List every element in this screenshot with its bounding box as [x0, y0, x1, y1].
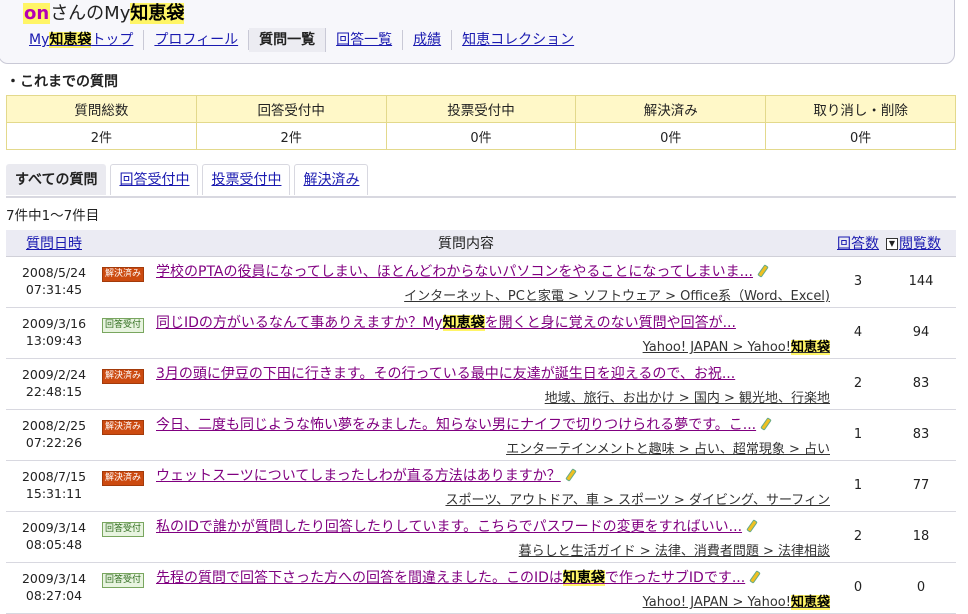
- status-badge: 回答受付: [102, 522, 145, 537]
- sort-by-answers[interactable]: 回答数: [837, 236, 879, 252]
- tools-icon: [756, 264, 770, 278]
- tab-all[interactable]: すべての質問: [6, 164, 107, 195]
- question-list: 質問日時 質問内容 回答数 ▼ 閲覧数 2008/5/24 07:31:45 解決済…: [6, 230, 956, 614]
- answer-count: 1: [853, 478, 863, 493]
- summary-value: 0件: [575, 122, 767, 150]
- category-breadcrumb[interactable]: インターネット、PCと家電 > ソフトウェア > Office系（Word、Ex…: [156, 285, 830, 304]
- tools-icon: [564, 468, 578, 482]
- summary-value: 0件: [765, 122, 956, 150]
- nav-item-results[interactable]: 成績: [403, 30, 453, 50]
- question-title-link[interactable]: 同じIDの方がいるなんて事ありえますか？My知恵袋を開くと身に覚えのない質問や回…: [156, 312, 830, 332]
- view-count: 144: [908, 274, 934, 289]
- page-title: onさんのMy知恵袋: [23, 3, 185, 24]
- answer-count: 1: [853, 427, 863, 442]
- summary-header: 質問総数: [6, 95, 197, 123]
- answer-count: 4: [853, 325, 863, 340]
- table-row: 2008/2/25 07:22:26 解決済み 今日、二度も同じような怖い夢をみま…: [6, 410, 956, 461]
- summary-value: 0件: [385, 122, 577, 150]
- category-breadcrumb[interactable]: 地域、旅行、お出かけ > 国内 > 観光地、行楽地: [156, 387, 830, 406]
- question-date: 2009/3/14 08:05:48: [21, 520, 87, 552]
- summary-value: 2件: [195, 122, 387, 150]
- tools-icon: [759, 417, 773, 431]
- answer-count: 2: [853, 529, 863, 544]
- category-breadcrumb[interactable]: Yahoo! JAPAN > Yahoo!知恵袋: [156, 336, 830, 355]
- section-title: ・これまでの質問: [6, 74, 118, 90]
- nav-item-questions: 質問一覧: [249, 28, 327, 52]
- answer-count: 3: [853, 274, 863, 289]
- table-row: 2009/2/24 22:48:15 解決済み 3月の頭に伊豆の下田に行きます。そ…: [6, 359, 956, 410]
- summary-header: 投票受付中: [385, 95, 577, 123]
- tools-icon: [745, 519, 759, 533]
- view-count: 0: [916, 580, 926, 595]
- answer-count: 0: [853, 580, 863, 595]
- status-badge: 解決済み: [102, 369, 145, 384]
- sort-by-views[interactable]: 閲覧数: [899, 236, 941, 252]
- view-count: 77: [912, 478, 930, 493]
- tab-open[interactable]: 回答受付中: [110, 164, 199, 195]
- question-summary-table: 質問総数 回答受付中 投票受付中 解決済み 取り消し・削除 2件 2件 0件 0…: [6, 95, 956, 150]
- content-header: 質問内容: [438, 236, 494, 252]
- category-breadcrumb[interactable]: 暮らしと生活ガイド > 法律、消費者問題 > 法律相談: [156, 540, 830, 559]
- view-count: 18: [912, 529, 930, 544]
- status-badge: 解決済み: [102, 471, 145, 486]
- question-date: 2008/2/25 07:22:26: [21, 418, 87, 450]
- question-title-link[interactable]: 3月の頭に伊豆の下田に行きます。その行っている最中に友達が誕生日を迎えるので、お…: [156, 363, 830, 383]
- status-badge: 回答受付: [102, 573, 145, 588]
- status-badge: 回答受付: [102, 318, 145, 333]
- table-row: 2008/7/15 15:31:11 解決済み ウェットスーツについてしまったしわ…: [6, 461, 956, 512]
- view-count: 83: [912, 427, 930, 442]
- question-title-link[interactable]: 今日、二度も同じような怖い夢をみました。知らない男にナイフで切りつけられる夢です…: [156, 414, 830, 434]
- summary-value: 2件: [6, 122, 197, 150]
- page-header: onさんのMy知恵袋 My知恵袋トップ プロフィール 質問一覧 回答一覧 成績 …: [0, 0, 955, 64]
- question-title-link[interactable]: 先程の質問で回答下さった方への回答を間違えました。このIDは知恵袋で作ったサブI…: [156, 567, 830, 587]
- table-row: 2009/3/16 13:09:43 回答受付 同じIDの方がいるなんて事ありえま…: [6, 308, 956, 359]
- sort-by-date[interactable]: 質問日時: [26, 236, 82, 252]
- category-breadcrumb[interactable]: スポーツ、アウトドア、車 > スポーツ > ダイビング、サーフィン: [156, 489, 830, 508]
- summary-header: 回答受付中: [195, 95, 387, 123]
- question-filter-tabs: すべての質問 回答受付中 投票受付中 解決済み: [6, 164, 956, 198]
- question-title-link[interactable]: 私のIDで誰かが質問したり回答したりしています。こちらでパスワードの変更をすれば…: [156, 516, 830, 536]
- answer-count: 2: [853, 376, 863, 391]
- question-title-link[interactable]: ウェットスーツについてしまったしわが直る方法はありますか？: [156, 465, 830, 485]
- question-date: 2009/3/16 13:09:43: [21, 316, 87, 348]
- summary-header: 解決済み: [575, 95, 767, 123]
- tab-voting[interactable]: 投票受付中: [202, 164, 291, 195]
- tools-icon: [748, 570, 762, 584]
- table-row: 2009/3/14 08:27:04 回答受付 先程の質問で回答下さった方への回答…: [6, 563, 956, 614]
- my-chiebukuro-nav: My知恵袋トップ プロフィール 質問一覧 回答一覧 成績 知恵コレクション: [19, 27, 584, 53]
- status-badge: 解決済み: [102, 420, 145, 435]
- nav-item-answers[interactable]: 回答一覧: [326, 30, 404, 50]
- question-date: 2008/7/15 15:31:11: [21, 469, 87, 501]
- list-header: 質問日時 質問内容 回答数 ▼ 閲覧数: [6, 230, 956, 257]
- table-row: 2009/3/14 08:05:48 回答受付 私のIDで誰かが質問したり回答した…: [6, 512, 956, 563]
- nav-item-collection[interactable]: 知恵コレクション: [452, 30, 584, 50]
- result-count: 7件中1～7件目: [6, 208, 100, 224]
- view-count: 83: [912, 376, 930, 391]
- status-badge: 解決済み: [102, 267, 145, 282]
- user-name: on: [23, 3, 51, 24]
- question-date: 2009/2/24 22:48:15: [21, 367, 87, 399]
- question-title-link[interactable]: 学校のPTAの役員になってしまい、ほとんどわからないパソコンをやることになってし…: [156, 261, 830, 281]
- tab-solved[interactable]: 解決済み: [294, 164, 369, 195]
- question-date: 2008/5/24 07:31:45: [21, 265, 87, 297]
- sort-desc-icon: ▼: [886, 238, 898, 250]
- view-count: 94: [912, 325, 930, 340]
- category-breadcrumb[interactable]: Yahoo! JAPAN > Yahoo!知恵袋: [156, 591, 830, 610]
- category-breadcrumb[interactable]: エンターテインメントと趣味 > 占い、超常現象 > 占い: [156, 438, 830, 457]
- table-row: 2008/5/24 07:31:45 解決済み 学校のPTAの役員になってしまい、…: [6, 257, 956, 308]
- question-date: 2009/3/14 08:27:04: [21, 571, 87, 603]
- nav-item-profile[interactable]: プロフィール: [144, 30, 250, 50]
- nav-item-top[interactable]: My知恵袋トップ: [19, 30, 145, 50]
- summary-header: 取り消し・削除: [765, 95, 956, 123]
